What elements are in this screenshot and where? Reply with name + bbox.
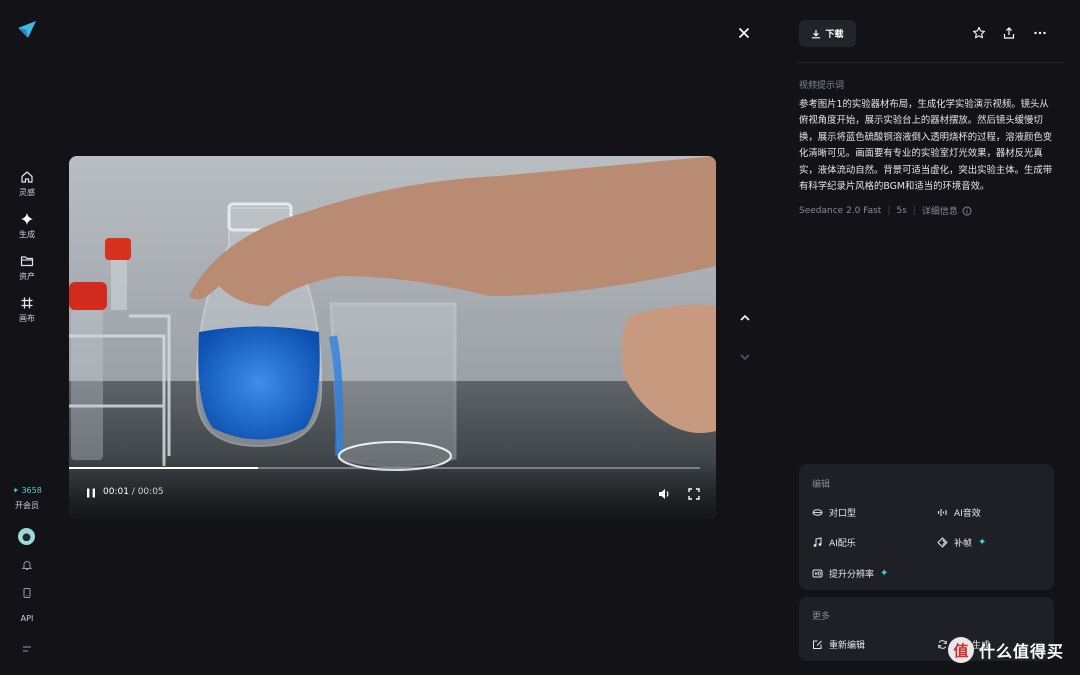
duration: 00:05 (137, 487, 164, 497)
fullscreen-icon (688, 488, 700, 500)
sidebar-item-canvas[interactable]: 画布 (5, 290, 49, 330)
sidebar-item-inspiration[interactable]: 灵感 (5, 164, 49, 204)
canvas-icon (21, 297, 33, 309)
volume-icon (659, 489, 669, 499)
tool-label: 提升分辨率 (829, 570, 875, 580)
ai-music-button[interactable]: AI配乐 (812, 536, 856, 549)
time-display: 00:01 / 00:05 (103, 487, 164, 497)
close-icon (738, 27, 750, 39)
sidebar-item-assets[interactable]: 资产 (5, 248, 49, 288)
sidebar-item-label: 生成 (19, 230, 35, 239)
hd-icon (812, 569, 823, 578)
star-icon (972, 26, 986, 39)
credit-count: ✦ 3658 (12, 486, 42, 495)
next-video-button[interactable] (736, 348, 754, 366)
more-options-button[interactable] (1032, 25, 1048, 41)
regenerate-icon (938, 640, 947, 649)
progress-bar[interactable] (69, 467, 700, 469)
favorite-button[interactable] (971, 25, 987, 41)
watermark-text: 什么值得买 (979, 642, 1065, 661)
api-link[interactable]: API (14, 614, 40, 623)
chevron-up-icon (740, 314, 750, 321)
tool-label: 对口型 (829, 509, 857, 519)
details-panel: 下载 视频提示词 参考图片1的实验器材布局，生成化学实验演示视频。镜头从俯视角度… (783, 0, 1080, 675)
credit-block[interactable]: ✦ 3658 开会员 (6, 486, 48, 511)
volume-button[interactable] (657, 486, 671, 500)
generation-meta: Seedance 2.0 Fast | 5s | 详细信息 (799, 204, 972, 217)
progress-fill (69, 467, 259, 469)
download-button[interactable]: 下载 (799, 20, 856, 47)
tool-label: AI音效 (954, 509, 981, 519)
watermark-logo: 值 (948, 637, 974, 663)
sidebar-item-label: 资产 (19, 272, 35, 281)
sidebar-item-label: 灵感 (19, 188, 35, 197)
video-length: 5s (896, 205, 907, 216)
download-label: 下载 (825, 30, 844, 40)
share-icon (1003, 27, 1015, 39)
chevron-down-icon (740, 354, 750, 361)
current-time: 00:01 (103, 487, 129, 497)
close-button[interactable] (734, 23, 754, 43)
re-edit-button[interactable]: 重新编辑 (812, 638, 865, 651)
menu-icon[interactable] (18, 640, 35, 657)
fullscreen-button[interactable] (687, 486, 701, 500)
pause-button[interactable] (84, 486, 98, 500)
new-badge-icon: ✦ (880, 568, 889, 579)
app: 灵感 生成 资产 画布 ✦ 3658 开会员 API 00:01 / 00:05… (0, 0, 1080, 675)
avatar[interactable] (18, 528, 35, 545)
lips-icon (812, 509, 823, 516)
previous-video-button[interactable] (736, 309, 754, 327)
meta-separator: | (887, 205, 891, 216)
tool-label: AI配乐 (829, 539, 856, 549)
upscale-button[interactable]: 提升分辨率 ✦ (812, 567, 888, 580)
more-card-title: 更多 (812, 612, 831, 622)
edit-card: 编辑 对口型 AI音效 AI配乐 补帧 ✦ 提升分辨率 ✦ (799, 464, 1054, 590)
folder-icon (20, 256, 34, 267)
sidebar-item-label: 画布 (19, 314, 35, 323)
ai-sound-effect-button[interactable]: AI音效 (937, 506, 981, 519)
phone-icon[interactable] (18, 584, 35, 601)
frame-interp-icon (937, 537, 948, 548)
sparkle-icon (21, 213, 33, 225)
divider (799, 62, 1064, 63)
prompt-label: 视频提示词 (799, 81, 845, 91)
prompt-text: 参考图片1的实验器材布局，生成化学实验演示视频。镜头从俯视角度开始，展示实验台上… (799, 99, 1053, 193)
more-horizontal-icon (1034, 31, 1046, 35)
meta-separator: | (912, 205, 916, 216)
site-watermark: 值 什么值得买 (948, 637, 1064, 663)
download-icon (812, 29, 821, 38)
tool-label: 重新编辑 (829, 641, 866, 651)
new-badge-icon: ✦ (978, 537, 987, 548)
audio-wave-icon (937, 509, 947, 516)
vip-button-label: 开会员 (15, 501, 39, 510)
info-icon[interactable] (962, 206, 972, 216)
lip-sync-button[interactable]: 对口型 (812, 506, 856, 519)
bell-icon[interactable] (18, 556, 35, 573)
logo-icon[interactable] (16, 18, 38, 40)
music-note-icon (813, 537, 822, 547)
share-button[interactable] (1001, 25, 1017, 41)
pause-icon (87, 488, 95, 498)
home-icon (21, 171, 33, 183)
edit-icon (813, 640, 822, 649)
tool-label: 补帧 (954, 539, 973, 549)
video-player[interactable]: 00:01 / 00:05 (69, 156, 716, 519)
frame-interpolation-button[interactable]: 补帧 ✦ (937, 536, 986, 549)
edit-card-title: 编辑 (812, 480, 831, 490)
details-link[interactable]: 详细信息 (922, 204, 958, 217)
model-name: Seedance 2.0 Fast (799, 205, 882, 216)
sidebar-item-generate[interactable]: 生成 (5, 206, 49, 246)
sidebar: 灵感 生成 资产 画布 ✦ 3658 开会员 API (0, 0, 54, 675)
